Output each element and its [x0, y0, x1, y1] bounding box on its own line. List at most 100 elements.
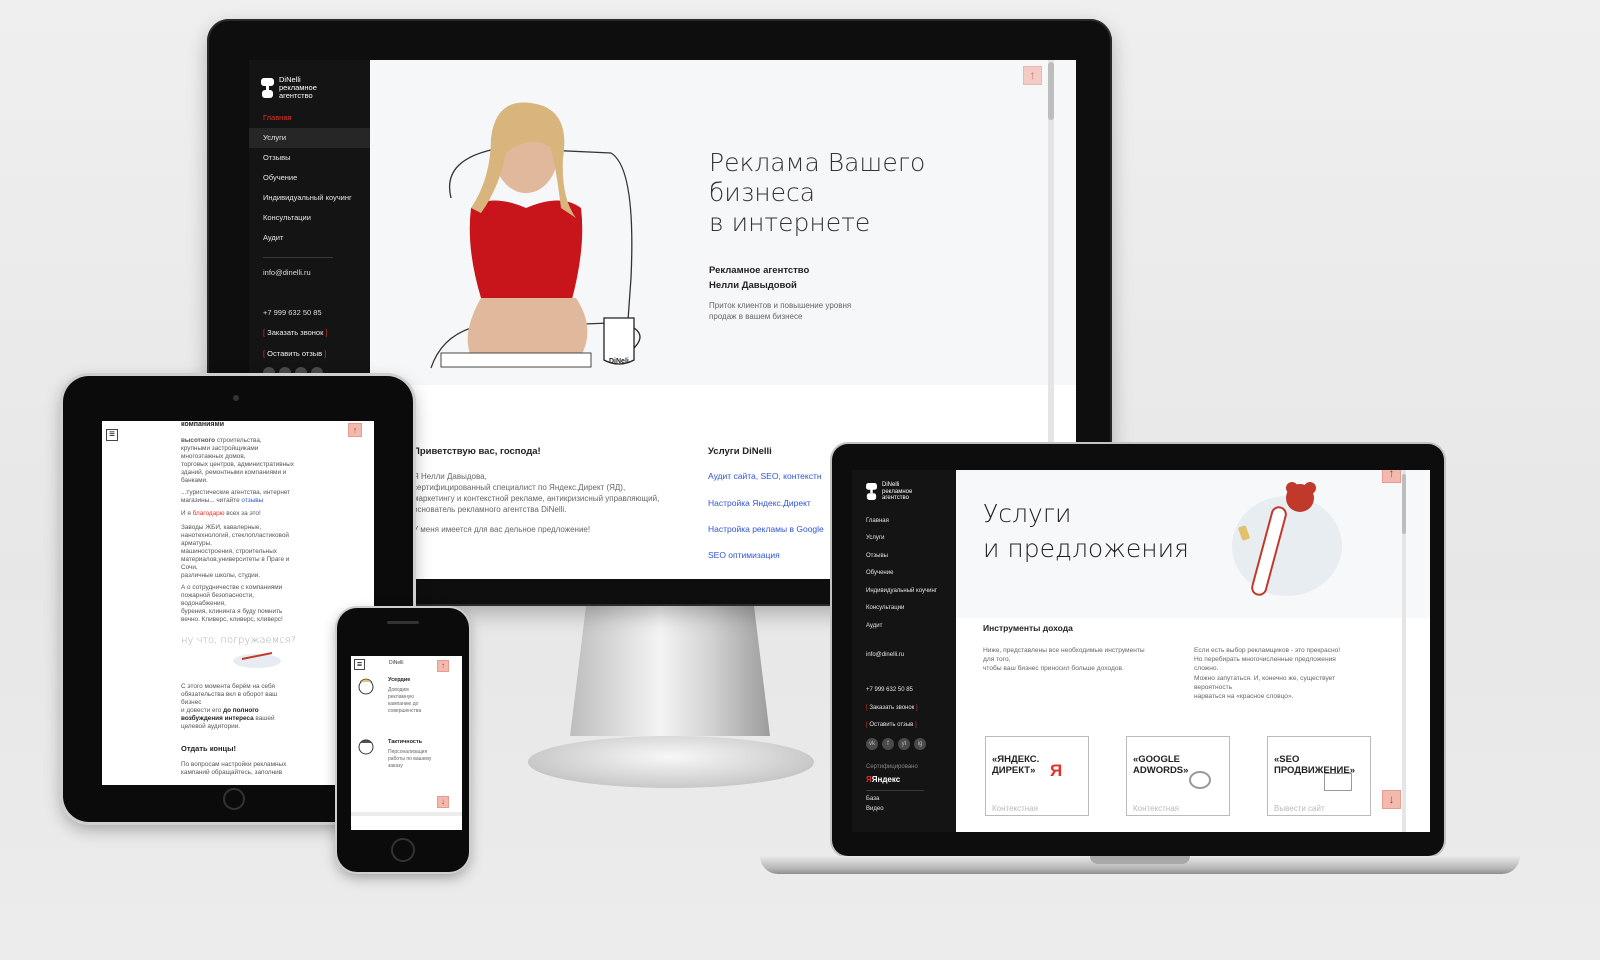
- nav-item-audit[interactable]: Аудит: [249, 228, 370, 248]
- tablet-scroll-up-button[interactable]: ↑: [348, 423, 362, 437]
- laptop-scroll-thumb[interactable]: [1402, 474, 1406, 534]
- tablet-p3-pre: И я: [181, 510, 193, 517]
- laptop-scrollbar[interactable]: [1402, 470, 1406, 832]
- tablet-menu-button[interactable]: ≡: [106, 429, 118, 441]
- tablet-camera: [233, 395, 239, 401]
- phone-scroll-up-button[interactable]: ↑: [437, 660, 449, 672]
- greeting-title: Приветствую вас, господа!: [413, 446, 541, 457]
- nav-item-training[interactable]: Обучение: [249, 168, 370, 188]
- leave-review-button[interactable]: [ Оставить отзыв ]: [263, 349, 326, 358]
- laptop-leave-review-button[interactable]: [ Оставить отзыв ]: [866, 722, 917, 728]
- laptop-social-row: vk f yt ig: [866, 738, 926, 750]
- nav-item-services[interactable]: Услуги: [249, 128, 370, 148]
- phone-feature-2-title: Тактичность: [388, 739, 423, 745]
- phone-number[interactable]: +7 999 632 50 85: [263, 308, 322, 317]
- tablet-paragraph-4: Заводы ЖБИ, кавалерные, нанотехнологий, …: [181, 524, 290, 579]
- laptop-brand-mark-icon: [866, 483, 877, 501]
- laptop-base-link[interactable]: База: [866, 796, 879, 802]
- tablet-dive-heading: ну что, погружаемся?: [181, 635, 296, 646]
- laptop-nav-home[interactable]: Главная: [866, 518, 889, 524]
- tablet-p3-post: всех за это!: [224, 510, 261, 517]
- laptop-brand-logo[interactable]: DiNelli рекламное агентство: [866, 482, 912, 502]
- tablet-final-heading: Отдать концы!: [181, 744, 236, 753]
- laptop-scroll-down-button[interactable]: ↓: [1382, 790, 1401, 809]
- service-link-yandex[interactable]: Настройка Яндекс.Директ: [708, 498, 811, 508]
- phone-feature-1-text: Доводим рекламную кампанию до совершенст…: [388, 687, 422, 714]
- yandex-y-icon: Я: [1050, 761, 1063, 780]
- laptop-email-link[interactable]: info@dinelli.ru: [866, 652, 904, 658]
- agency-name: Рекламное агентство Нелли Давыдовой: [709, 265, 810, 291]
- tablet-home-button[interactable]: [223, 788, 245, 810]
- scroll-up-button[interactable]: ↑: [1023, 66, 1042, 85]
- phone-h-scrollbar[interactable]: [351, 812, 462, 816]
- card-google-title: «GOOGLE ADWORDS»: [1133, 754, 1189, 776]
- woman-at-desk-illustration: [430, 102, 641, 369]
- brand-line3: агентство: [279, 91, 313, 100]
- card-google-adwords[interactable]: «GOOGLE ADWORDS» Контекстная: [1126, 736, 1230, 816]
- monitor-stand-neck: [570, 606, 770, 736]
- thermometer-mascot-illustration: [1232, 482, 1342, 596]
- laptop-instagram-icon[interactable]: ig: [914, 738, 926, 750]
- card-seo[interactable]: «SEO ПРОДВИЖЕНИЕ» Вывести сайт: [1267, 736, 1371, 816]
- service-link-google[interactable]: Настройка рекламы в Google: [708, 524, 824, 534]
- laptop-nav-services[interactable]: Услуги: [866, 535, 884, 541]
- service-link-audit[interactable]: Аудит сайта, SEO, контекстн: [708, 471, 822, 481]
- laptop-nav-training[interactable]: Обучение: [866, 570, 893, 576]
- phone-speaker: [387, 621, 419, 624]
- laptop-screen: DiNelli рекламное агентство Главная Услу…: [852, 470, 1430, 832]
- card-google-footer: Контекстная: [1133, 804, 1180, 813]
- laptop-scroll-up-button[interactable]: ↑: [1382, 470, 1401, 483]
- laptop-nav-reviews[interactable]: Отзывы: [866, 553, 888, 559]
- tablet-dive-illustration: [233, 652, 281, 668]
- sidebar-divider: [263, 257, 333, 258]
- phone-brand: DiNelli: [389, 660, 404, 666]
- seo-chart-icon: [1324, 773, 1352, 791]
- order-call-label: Заказать звонок: [267, 328, 324, 337]
- service-link-seo[interactable]: SEO оптимизация: [708, 550, 780, 560]
- tablet-reviews-link[interactable]: отзывы: [241, 497, 263, 504]
- laptop-nav-audit[interactable]: Аудит: [866, 623, 882, 629]
- yandex-logo: ЯЯндекс: [866, 775, 901, 784]
- monitor-stand-foot: [528, 736, 814, 788]
- laptop-vk-icon[interactable]: vk: [866, 738, 878, 750]
- hero-subtitle: Приток клиентов и повышение уровня прода…: [709, 301, 852, 321]
- laptop-nav-coaching[interactable]: Индивидуальный коучинг: [866, 588, 937, 594]
- leave-review-label: Оставить отзыв: [267, 349, 323, 358]
- tablet-paragraph-7: По вопросам настройки рекламных кампаний…: [181, 761, 287, 776]
- tools-text-left: Ниже, представлены все необходимые инстр…: [983, 647, 1145, 673]
- mug-brand-text: DiNeli: [609, 358, 629, 365]
- laptop-order-call-label: Заказать звонок: [869, 705, 915, 711]
- laptop-sidebar: DiNelli рекламное агентство Главная Услу…: [852, 470, 956, 832]
- laptop-facebook-icon[interactable]: f: [882, 738, 894, 750]
- nav-item-reviews[interactable]: Отзывы: [249, 148, 370, 168]
- card-yandex-title: «ЯНДЕКС. ДИРЕКТ»: [992, 754, 1040, 776]
- google-g-icon: [1189, 771, 1211, 789]
- brand-logo[interactable]: DiNelli рекламное агентство: [261, 76, 317, 100]
- laptop-nav-consulting[interactable]: Консультации: [866, 605, 904, 611]
- laptop-notch: [1090, 856, 1190, 864]
- email-link[interactable]: info@dinelli.ru: [263, 268, 311, 277]
- laptop-order-call-button[interactable]: [ Заказать звонок ]: [866, 705, 918, 711]
- phone-scroll-down-button[interactable]: ↓: [437, 796, 449, 808]
- laptop-leave-review-label: Оставить отзыв: [869, 722, 914, 728]
- phone-menu-button[interactable]: ≡: [354, 659, 365, 670]
- greeting-offer: У меня имеется для вас дельное предложен…: [413, 525, 591, 534]
- card-seo-footer: Вывести сайт: [1274, 804, 1325, 813]
- yandex-logo-text: Яндекс: [871, 775, 901, 784]
- nav-item-consulting[interactable]: Консультации: [249, 208, 370, 228]
- nav-item-home[interactable]: Главная: [249, 108, 370, 128]
- brand-mark-icon: [261, 78, 274, 98]
- phone-home-button[interactable]: [391, 838, 415, 862]
- card-yandex-direct[interactable]: «ЯНДЕКС. ДИРЕКТ» Я Контекстная: [985, 736, 1089, 816]
- tablet-paragraph-2: ...туристические агентства, интернет маг…: [181, 489, 351, 505]
- nav-item-coaching[interactable]: Индивидуальный коучинг: [249, 188, 370, 208]
- laptop-phone-number[interactable]: +7 999 632 50 85: [866, 687, 913, 693]
- laptop-video-link[interactable]: Видео: [866, 806, 884, 812]
- tablet-paragraph-1: высотного строительства, крупными застро…: [181, 437, 351, 485]
- tablet-heading: компаниями: [181, 421, 224, 428]
- scroll-thumb[interactable]: [1048, 62, 1054, 120]
- order-call-button[interactable]: [ Заказать звонок ]: [263, 328, 328, 337]
- tablet-p1-text: строительства, крупными застройщиками мн…: [181, 437, 294, 484]
- laptop-youtube-icon[interactable]: yt: [898, 738, 910, 750]
- tablet-p1-bold: высотного: [181, 437, 216, 444]
